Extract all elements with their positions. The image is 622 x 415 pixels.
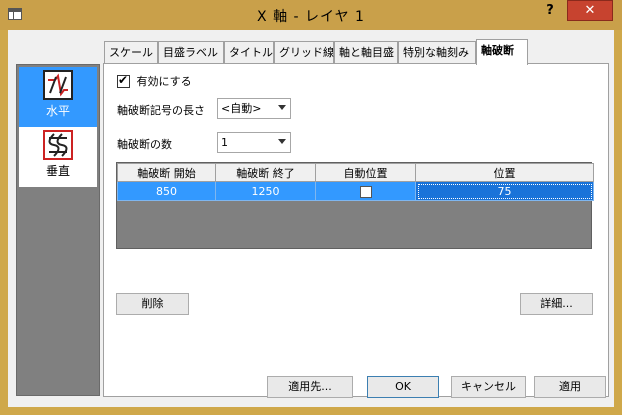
auto-position-checkbox[interactable] bbox=[359, 185, 372, 198]
enable-checkbox[interactable] bbox=[117, 73, 130, 88]
header-break-start: 軸破断 開始 bbox=[117, 163, 216, 182]
break-count-label: 軸破断の数 bbox=[117, 138, 172, 151]
delete-button[interactable]: 削除 bbox=[116, 293, 189, 315]
tab-axis-break[interactable]: 軸破断 bbox=[476, 39, 528, 65]
tab-line-ticks[interactable]: 軸と軸目盛 bbox=[334, 41, 398, 64]
cell-break-end[interactable]: 1250 bbox=[215, 181, 316, 201]
header-break-end: 軸破断 終了 bbox=[215, 163, 316, 182]
apply-to-button[interactable]: 適用先... bbox=[267, 376, 353, 398]
header-position: 位置 bbox=[415, 163, 594, 182]
cell-auto-position[interactable] bbox=[315, 181, 416, 201]
breaks-table: 軸破断 開始 軸破断 終了 自動位置 位置 850 1250 75 bbox=[116, 162, 594, 249]
cancel-button[interactable]: キャンセル bbox=[451, 376, 526, 398]
symbol-length-select[interactable]: <自動> bbox=[217, 98, 291, 119]
tab-tick-labels[interactable]: 目盛ラベル bbox=[158, 41, 224, 64]
table-row[interactable]: 850 1250 75 bbox=[117, 181, 594, 201]
dialog-client: 水平 垂直 スケール 目盛ラベル タイトル グリッド線 軸と軸目盛 特別な軸刻み… bbox=[8, 30, 614, 407]
orientation-vertical[interactable]: 垂直 bbox=[19, 127, 97, 187]
orientation-horizontal[interactable]: 水平 bbox=[19, 67, 97, 127]
orientation-horizontal-label: 水平 bbox=[45, 104, 70, 118]
header-auto-position: 自動位置 bbox=[315, 163, 416, 182]
orientation-list: 水平 垂直 bbox=[16, 64, 100, 396]
tab-scale[interactable]: スケール bbox=[104, 41, 158, 64]
orientation-vertical-label: 垂直 bbox=[45, 164, 70, 178]
dialog-window: X 軸 - レイヤ 1 ? ✕ 水平 垂直 スケール 目盛ラベル タイトル グリ… bbox=[0, 0, 622, 415]
vertical-break-icon bbox=[43, 130, 73, 160]
horizontal-break-icon bbox=[43, 70, 73, 100]
cell-position[interactable]: 75 bbox=[415, 181, 594, 201]
chevron-down-icon bbox=[278, 105, 286, 110]
enable-row[interactable]: 有効にする bbox=[117, 73, 192, 89]
title-bar[interactable]: X 軸 - レイヤ 1 ? ✕ bbox=[0, 0, 622, 30]
symbol-length-value: <自動> bbox=[221, 102, 262, 115]
break-count-select[interactable]: 1 bbox=[217, 132, 291, 153]
tab-title[interactable]: タイトル bbox=[224, 41, 274, 64]
details-button[interactable]: 詳細... bbox=[520, 293, 593, 315]
ok-button[interactable]: OK bbox=[367, 376, 439, 398]
chevron-down-icon bbox=[278, 139, 286, 144]
cell-break-start[interactable]: 850 bbox=[117, 181, 216, 201]
symbol-length-label: 軸破断記号の長さ bbox=[117, 104, 205, 117]
window-title: X 軸 - レイヤ 1 bbox=[257, 9, 365, 25]
axis-break-panel: 有効にする 軸破断記号の長さ <自動> 軸破断の数 1 軸破断 開始 bbox=[103, 63, 609, 397]
apply-button[interactable]: 適用 bbox=[534, 376, 606, 398]
tab-grid-lines[interactable]: グリッド線 bbox=[274, 41, 334, 64]
help-button[interactable]: ? bbox=[537, 2, 563, 22]
tab-special-ticks[interactable]: 特別な軸刻み bbox=[398, 41, 476, 64]
close-button[interactable]: ✕ bbox=[567, 0, 613, 21]
break-count-value: 1 bbox=[221, 136, 228, 149]
enable-label: 有効にする bbox=[136, 75, 192, 88]
